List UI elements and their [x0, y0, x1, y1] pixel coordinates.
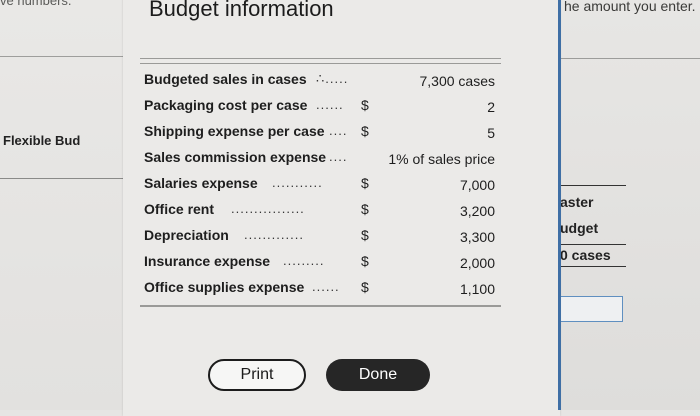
leader-dots: .........	[283, 253, 325, 268]
row-value: 1,100	[459, 281, 495, 297]
table-top-rule	[140, 63, 501, 64]
table-row: Budgeted sales in cases ∴..... 7,300 cas…	[140, 66, 501, 92]
dialog-right-border	[558, 0, 561, 410]
currency-symbol: $	[361, 123, 369, 139]
currency-symbol: $	[361, 97, 369, 113]
leader-dots: ....	[329, 123, 348, 138]
currency-symbol: $	[361, 201, 369, 217]
row-value: 7,300 cases	[419, 73, 496, 89]
leader-dots: ......	[312, 279, 340, 294]
table-row: Salaries expense ........... $ 7,000	[140, 170, 501, 196]
currency-symbol: $	[361, 227, 369, 243]
table-row: Sales commission expense .... 1% of sale…	[140, 144, 501, 170]
row-value: 3,300	[459, 229, 495, 245]
master-budget-cases: 0 cases	[560, 247, 611, 263]
dialog-title: Budget information	[149, 0, 334, 21]
table-row: Packaging cost per case ...... $ 2	[140, 92, 501, 118]
table-row: Office supplies expense ...... $ 1,100	[140, 274, 501, 300]
table-row: Office rent ................ $ 3,200	[140, 196, 501, 222]
divider	[560, 58, 700, 59]
master-budget-header-line2: udget	[560, 220, 599, 236]
background-instruction-fragment: ve numbers.	[0, 0, 72, 8]
row-label: Budgeted sales in cases	[144, 71, 307, 87]
table-row: Depreciation ............. $ 3,300	[140, 222, 501, 248]
currency-symbol: $	[361, 279, 369, 295]
currency-symbol: $	[361, 175, 369, 191]
leader-dots: ................	[231, 201, 305, 216]
budget-input-field[interactable]	[560, 296, 623, 322]
flexible-budget-label: Flexible Bud	[3, 133, 81, 148]
row-label: Office supplies expense	[144, 279, 305, 295]
divider	[0, 56, 140, 57]
table-row: Shipping expense per case .... $ 5	[140, 118, 501, 144]
row-value: 5	[487, 125, 495, 141]
background-instruction-fragment-right: he amount you enter.	[564, 0, 696, 14]
row-value: 2,000	[459, 255, 495, 271]
column-top-rule	[560, 185, 626, 186]
currency-symbol: $	[361, 253, 369, 269]
column-cases-rule	[560, 266, 626, 267]
row-label: Shipping expense per case	[144, 123, 325, 139]
table-row: Insurance expense ......... $ 2,000	[140, 248, 501, 274]
leader-dots: ......	[316, 97, 344, 112]
row-label: Depreciation	[144, 227, 229, 243]
column-header-rule	[560, 244, 626, 245]
budget-table: Budgeted sales in cases ∴..... 7,300 cas…	[140, 58, 501, 307]
leader-dots: ....	[329, 149, 348, 164]
row-label: Salaries expense	[144, 175, 258, 191]
leader-dots: .............	[244, 227, 304, 242]
done-button[interactable]: Done	[326, 359, 430, 391]
background-right-panel: he amount you enter. aster udget 0 cases	[560, 0, 700, 410]
row-value: 1% of sales price	[388, 151, 495, 167]
row-value: 2	[487, 99, 495, 115]
print-button[interactable]: Print	[208, 359, 306, 391]
row-label: Packaging cost per case	[144, 97, 308, 113]
row-value: 3,200	[459, 203, 495, 219]
background-left-panel: ve numbers. Flexible Bud	[0, 0, 140, 410]
row-label: Office rent	[144, 201, 215, 217]
leader-dots: ...........	[272, 175, 323, 190]
row-label: Insurance expense	[144, 253, 271, 269]
divider	[0, 178, 140, 179]
leader-dots: ∴.....	[316, 71, 349, 86]
row-label: Sales commission expense	[144, 149, 327, 165]
master-budget-header-line1: aster	[560, 194, 594, 210]
row-value: 7,000	[459, 177, 495, 193]
